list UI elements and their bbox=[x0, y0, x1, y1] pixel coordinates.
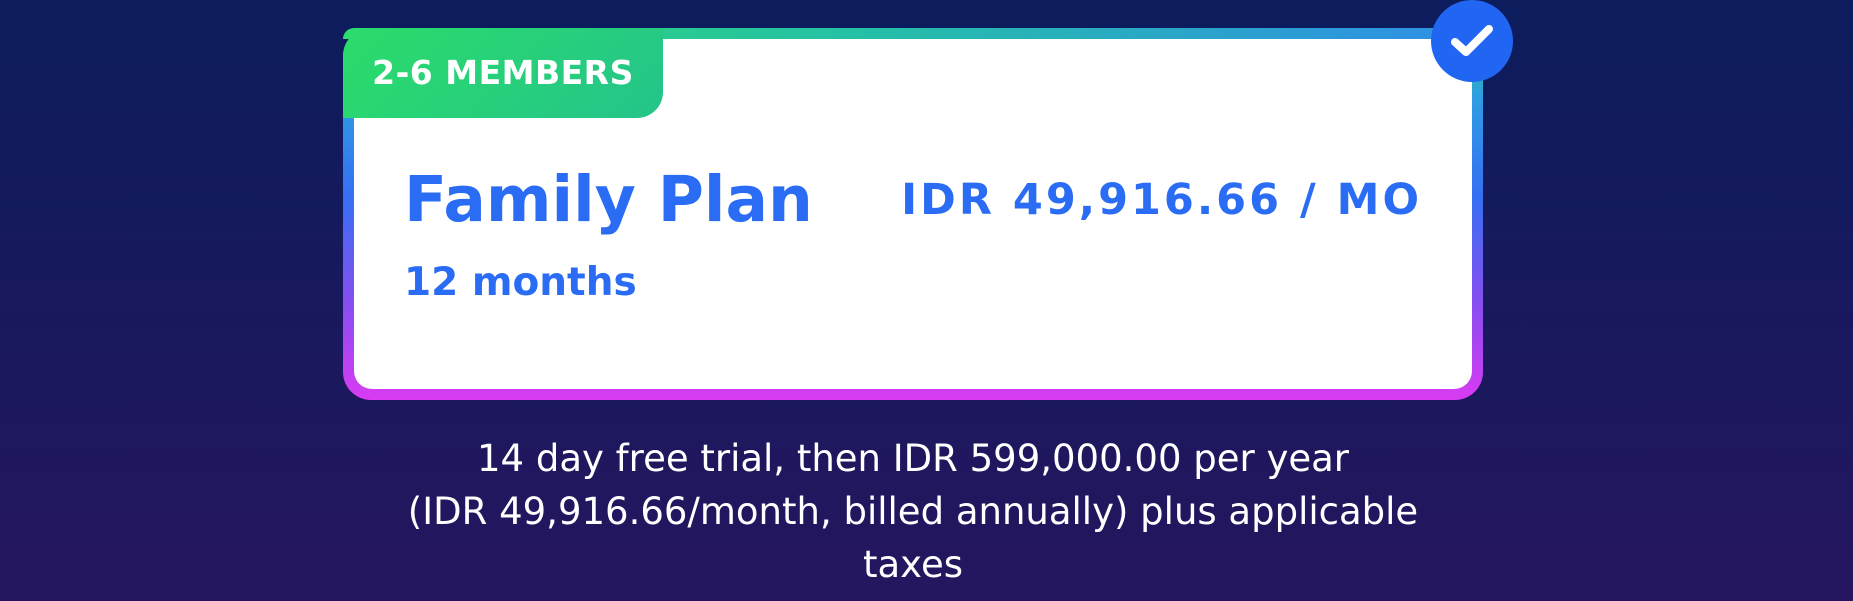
plan-price: IDR 49,916.66 / MO bbox=[901, 175, 1422, 225]
trial-terms-line-3: taxes bbox=[863, 543, 963, 586]
selected-check-badge bbox=[1431, 0, 1513, 82]
members-badge: 2-6 MEMBERS bbox=[343, 28, 663, 118]
trial-terms-line-2: (IDR 49,916.66/month, billed annually) p… bbox=[407, 490, 1419, 533]
plan-name: Family Plan bbox=[404, 163, 813, 236]
plan-duration: 12 months bbox=[404, 260, 637, 305]
checkmark-icon bbox=[1451, 25, 1493, 56]
trial-terms-text: 14 day free trial, then IDR 599,000.00 p… bbox=[343, 432, 1483, 591]
trial-terms-line-1: 14 day free trial, then IDR 599,000.00 p… bbox=[476, 437, 1350, 480]
